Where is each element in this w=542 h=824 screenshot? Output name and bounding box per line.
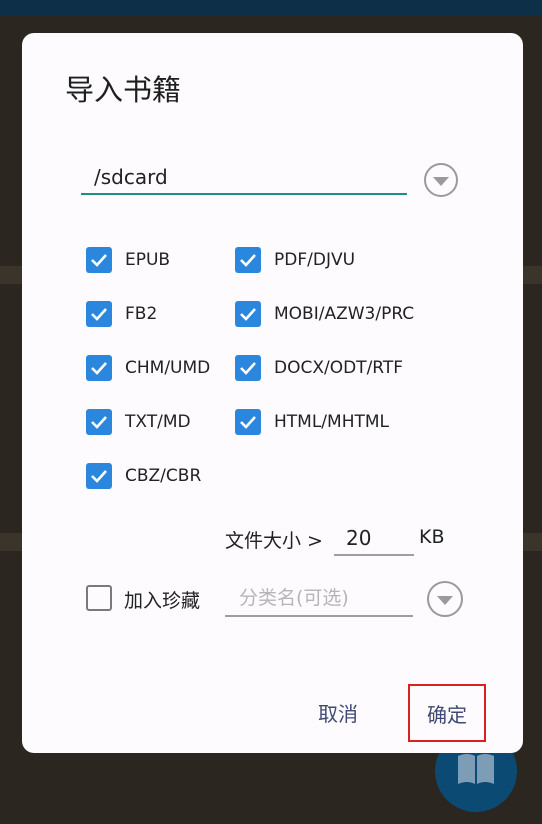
check-icon[interactable] <box>235 247 261 273</box>
format-checkbox-pdf-djvu[interactable]: PDF/DJVU <box>235 247 355 273</box>
cancel-button[interactable]: 取消 <box>318 698 358 727</box>
confirm-button-highlight: 确定 <box>408 684 486 742</box>
format-checkbox-txt-md[interactable]: TXT/MD <box>86 409 191 435</box>
add-to-favorites-label: 加入珍藏 <box>124 590 201 612</box>
check-icon[interactable] <box>235 301 261 327</box>
file-size-label: 文件大小 > <box>225 530 323 552</box>
format-checkbox-mobi[interactable]: MOBI/AZW3/PRC <box>235 301 414 327</box>
file-size-unit: KB <box>419 526 445 548</box>
format-label: DOCX/ODT/RTF <box>274 358 404 378</box>
format-label: TXT/MD <box>125 412 191 432</box>
category-name-input[interactable]: 分类名(可选) <box>225 581 413 617</box>
category-dropdown-button[interactable] <box>427 581 463 617</box>
format-checkbox-fb2[interactable]: FB2 <box>86 301 157 327</box>
check-icon[interactable] <box>235 409 261 435</box>
dialog-title: 导入书籍 <box>65 73 182 107</box>
format-checkbox-chm-umd[interactable]: CHM/UMD <box>86 355 210 381</box>
check-icon[interactable] <box>86 355 112 381</box>
confirm-button[interactable]: 确定 <box>427 699 467 728</box>
format-label: HTML/MHTML <box>274 412 390 432</box>
format-label: CBZ/CBR <box>125 466 202 486</box>
format-checkbox-docx[interactable]: DOCX/ODT/RTF <box>235 355 403 381</box>
path-dropdown-button[interactable] <box>424 163 458 197</box>
format-label: PDF/DJVU <box>274 250 356 270</box>
check-icon[interactable] <box>86 301 112 327</box>
format-checkbox-epub[interactable]: EPUB <box>86 247 170 273</box>
background-app-bar <box>0 0 542 16</box>
book-icon <box>456 752 496 790</box>
chevron-down-icon <box>433 177 449 186</box>
check-icon[interactable] <box>86 247 112 273</box>
format-label: FB2 <box>125 304 158 324</box>
check-icon[interactable] <box>86 409 112 435</box>
format-label: EPUB <box>125 250 171 270</box>
checkbox-box[interactable] <box>86 585 112 611</box>
chevron-down-icon <box>437 596 453 605</box>
check-icon[interactable] <box>235 355 261 381</box>
import-books-dialog: 导入书籍 /sdcard EPUB PDF/DJVU FB2 MOBI/AZW3… <box>22 33 523 753</box>
path-input[interactable]: /sdcard <box>81 159 407 195</box>
format-label: CHM/UMD <box>125 358 211 378</box>
format-checkbox-cbz-cbr[interactable]: CBZ/CBR <box>86 463 201 489</box>
format-label: MOBI/AZW3/PRC <box>274 304 415 324</box>
file-size-input[interactable]: 20 <box>334 520 414 556</box>
format-checkbox-html[interactable]: HTML/MHTML <box>235 409 389 435</box>
check-icon[interactable] <box>86 463 112 489</box>
add-to-favorites-checkbox[interactable] <box>86 585 112 611</box>
